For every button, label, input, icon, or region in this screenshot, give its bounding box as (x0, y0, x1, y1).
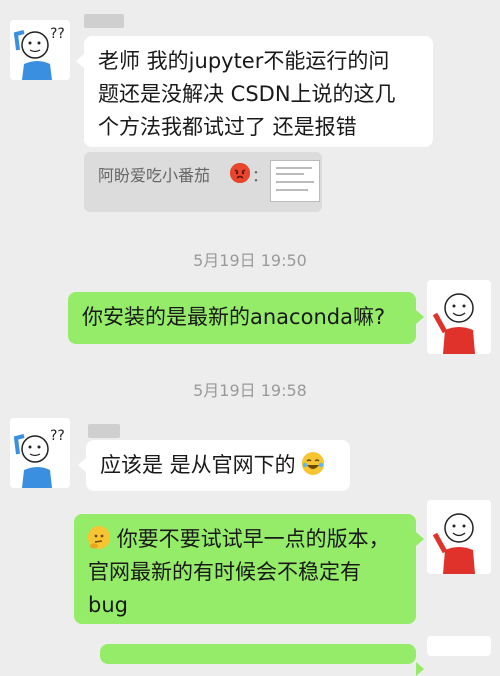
message-line: 你要不要试试早一点的版本， (88, 523, 402, 556)
message-line: 题还是没解决 CSDN上说的这几 (98, 82, 396, 106)
incoming-message-bubble[interactable]: 老师 我的jupyter不能运行的问 题还是没解决 CSDN上说的这几 个方法我… (76, 36, 433, 147)
timestamp: 5月19日 19:50 (193, 251, 307, 270)
svg-text:??: ?? (50, 428, 65, 444)
doodle-avatar-icon (427, 500, 491, 574)
self-avatar[interactable] (427, 280, 491, 354)
contact-avatar[interactable]: ?? (10, 418, 70, 488)
quote-author: 阿盼爱吃小番茄 (98, 166, 211, 185)
outgoing-message-bubble[interactable]: 你要不要试试早一点的版本， 官网最新的有时候会不稳定有 bug (74, 514, 424, 624)
incoming-message-bubble[interactable]: 应该是 是从官网下的 (78, 440, 350, 491)
self-avatar-partial[interactable] (427, 636, 491, 656)
doodle-avatar-icon: ?? (10, 418, 70, 488)
quote-image-thumbnail[interactable] (270, 160, 320, 202)
message-line: 个方法我都试过了 还是报错 (98, 115, 357, 139)
angry-face-icon (230, 163, 250, 183)
outgoing-message-bubble[interactable]: 你安装的是最新的anaconda嘛? (68, 292, 424, 344)
self-avatar[interactable] (427, 500, 491, 574)
svg-text:??: ?? (50, 26, 65, 42)
sender-name-blurred (84, 14, 124, 28)
message-text: 你要不要试试早一点的版本， (116, 527, 390, 551)
laughing-tears-icon (302, 452, 325, 475)
message-line: 老师 我的jupyter不能运行的问 (98, 49, 390, 73)
sender-name-blurred (88, 424, 120, 438)
message-text: 你安装的是最新的anaconda嘛? (82, 305, 386, 329)
message-text: 应该是 是从官网下的 (100, 453, 296, 477)
doodle-avatar-icon: ?? (10, 20, 70, 80)
message-line: bug (88, 593, 128, 617)
doodle-avatar-icon (427, 280, 491, 354)
message-line: 官网最新的有时候会不稳定有 (88, 560, 361, 584)
thinking-face-icon (88, 526, 110, 549)
quote-suffix: ： (252, 166, 269, 185)
contact-avatar[interactable]: ?? (10, 20, 70, 80)
outgoing-message-bubble-partial[interactable] (100, 644, 424, 676)
quoted-message[interactable]: 阿盼爱吃小番茄 ： (84, 152, 322, 212)
timestamp: 5月19日 19:58 (193, 381, 307, 400)
